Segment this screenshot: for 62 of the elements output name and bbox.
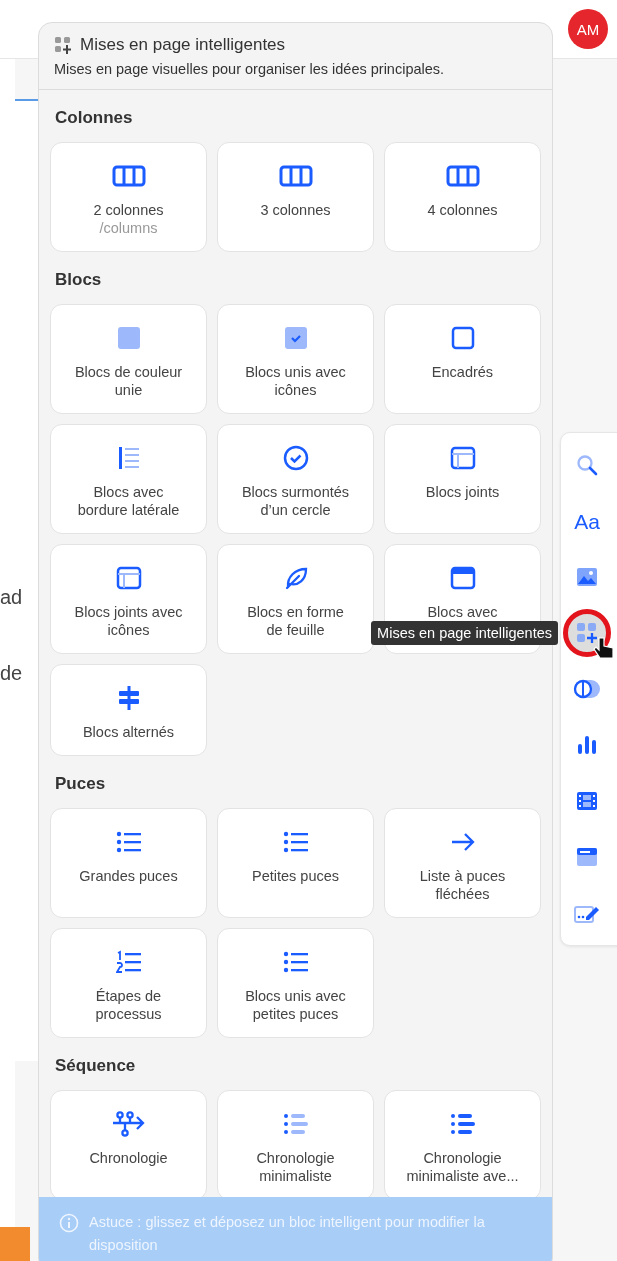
layout-option[interactable]: Petites puces <box>217 808 374 918</box>
search-icon <box>576 454 598 476</box>
layouts-icon <box>54 36 72 54</box>
window-icon <box>449 566 476 590</box>
timeline-icon <box>111 1111 146 1137</box>
numbered-list-icon <box>115 950 142 974</box>
layout-option[interactable]: Étapes de processus <box>50 928 207 1038</box>
layout-option[interactable]: 3 colonnes <box>217 142 374 252</box>
arrow-icon <box>449 831 476 853</box>
check-circle-icon <box>282 445 309 471</box>
slide-text: ad <box>0 586 23 609</box>
checkbox-icon <box>283 326 308 350</box>
user-avatar[interactable]: AM <box>568 9 608 49</box>
layout-icon <box>449 446 476 470</box>
columns-icon <box>278 165 313 187</box>
tooltip: Mises en page intelligentes <box>371 621 558 645</box>
side-border-icon <box>116 446 141 470</box>
film-icon <box>576 791 598 811</box>
panel-subtitle: Mises en page visuelles pour organiser les idées principales. <box>54 61 446 77</box>
square-icon <box>116 326 141 350</box>
layout-option[interactable]: 4 colonnes <box>384 142 541 252</box>
layout-option[interactable]: 2 colonnes /columns <box>50 142 207 252</box>
list-icon <box>282 1113 309 1135</box>
square-icon <box>450 326 475 350</box>
layout-option[interactable]: Blocs avec bordure latérale <box>50 424 207 534</box>
layout-option[interactable]: Blocs joints <box>384 424 541 534</box>
bullet-list-icon <box>282 831 309 853</box>
toolbar-button[interactable]: Aa <box>563 497 611 545</box>
layout-option[interactable]: Blocs surmontés d’un cercle <box>217 424 374 534</box>
layout-option[interactable]: Chronologie minimaliste ave... <box>384 1090 541 1200</box>
columns-icon <box>111 165 146 187</box>
panel-title: Mises en page intelligentes <box>80 35 286 55</box>
list-icon <box>449 1113 476 1135</box>
layout-option[interactable]: Encadrés <box>384 304 541 414</box>
section-heading: Séquence <box>54 1055 137 1077</box>
layout-option[interactable]: Liste à puces fléchées <box>384 808 541 918</box>
bullet-list-icon <box>282 951 309 973</box>
layout-option[interactable]: Blocs alternés <box>50 664 207 756</box>
section-heading: Colonnes <box>54 107 134 129</box>
layout-option[interactable]: Grandes puces <box>50 808 207 918</box>
bar-chart-icon <box>577 735 597 755</box>
slide-text: de <box>0 662 23 685</box>
layout-option[interactable]: Blocs unis avec petites puces <box>217 928 374 1038</box>
section-heading: Puces <box>54 773 107 795</box>
layout-option[interactable]: Blocs unis avec icônes <box>217 304 374 414</box>
toggle-icon <box>573 679 601 699</box>
slide-thumbnail <box>0 1227 30 1261</box>
info-icon <box>59 1213 79 1233</box>
tip-text: Astuce : glissez et déposez un bloc intelligent pour modifier la disposition <box>89 1213 486 1255</box>
layout-option[interactable]: Blocs joints avec icônes <box>50 544 207 654</box>
layout-option[interactable]: Blocs de couleur unie <box>50 304 207 414</box>
card-icon <box>576 847 598 867</box>
layout-option[interactable]: Blocs en forme de feuille <box>217 544 374 654</box>
toolbar-button[interactable] <box>563 609 611 657</box>
columns-icon <box>445 165 480 187</box>
image-icon <box>576 567 598 587</box>
bullet-list-icon <box>115 831 142 853</box>
layouts-icon <box>576 622 598 644</box>
layout-option[interactable]: Chronologie <box>50 1090 207 1200</box>
layout-option[interactable]: Chronologie minimaliste <box>217 1090 374 1200</box>
section-heading: Blocs <box>54 269 103 291</box>
layout-icon <box>115 566 142 590</box>
